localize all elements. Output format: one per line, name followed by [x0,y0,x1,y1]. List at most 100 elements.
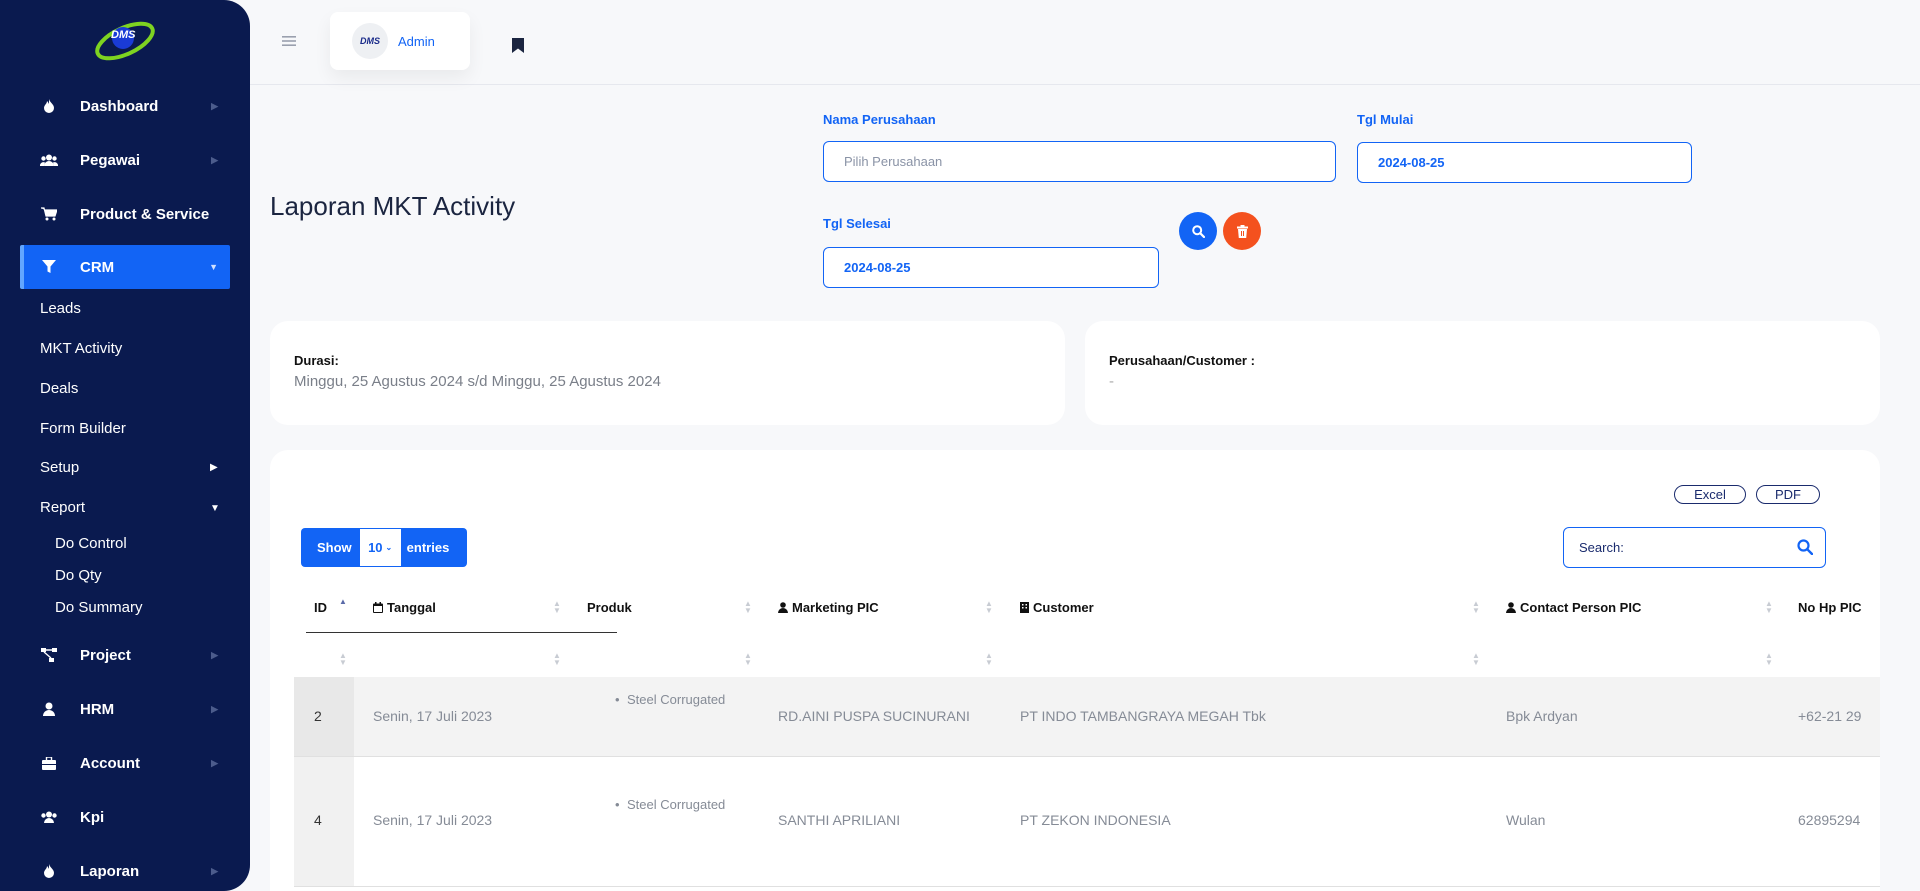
end-date-value: 2024-08-25 [844,260,911,275]
sidebar-item-pegawai[interactable]: Pegawai ▶ [20,138,230,182]
col-header-customer[interactable]: Customer [1020,600,1094,615]
sort-icon: ▲ ▼ [1472,599,1480,615]
sidebar-item-laporan[interactable]: Laporan ▶ [20,849,230,891]
sidebar-sub-do-control[interactable]: Do Control [55,535,127,552]
sidebar-item-crm[interactable]: CRM ▼ [20,245,230,289]
export-excel-button[interactable]: Excel [1674,485,1746,504]
sort-icon: ▲ ▼ [553,599,561,615]
col-header-marketing-pic[interactable]: Marketing PIC [778,600,879,615]
sidebar-item-label: Account [80,754,140,772]
cell-id: 4 [314,812,322,828]
sidebar-item-label: Product & Service [80,205,210,223]
bookmark-icon[interactable] [512,38,524,58]
cell-no-hp: 62895294 [1798,812,1861,828]
cell-marketing-pic: SANTHI APRILIANI [778,812,901,828]
cell-customer: PT ZEKON INDONESIA [1020,812,1171,828]
sort-icon: ▲ ▼ [744,651,752,667]
cell-customer: PT INDO TAMBANGRAYA MEGAH Tbk [1020,708,1266,724]
sidebar-item-kpi[interactable]: Kpi [20,795,230,839]
sidebar-item-hrm[interactable]: HRM ▶ [20,687,230,731]
col-header-id[interactable]: ID [314,600,327,615]
sidebar: DMS Dashboard ▶ Pegawai ▶ Product & Serv… [0,0,250,891]
sort-icon: ▲ ▼ [985,599,993,615]
company-label: Nama Perusahaan [823,112,936,127]
table-row[interactable]: 4 Senin, 17 Juli 2023 • Steel Corrugated… [294,757,1880,887]
cell-contact-person: Wulan [1506,812,1546,828]
sidebar-item-label: Kpi [80,808,105,826]
chevron-right-icon: ▶ [211,703,218,714]
cell-produk: Steel Corrugated [627,797,726,812]
duration-label: Durasi: [294,353,339,368]
table-card: Excel PDF Show 10 ⌄ entries Search: ID ▲… [270,450,1880,891]
sort-icon: ▲ ▼ [985,651,993,667]
sort-icon: ▲ ▼ [744,599,752,615]
hamburger-menu-icon[interactable] [282,34,296,52]
table-search-input[interactable]: Search: [1563,527,1826,568]
sidebar-item-product-service[interactable]: Product & Service [20,192,230,236]
start-date-label: Tgl Mulai [1357,112,1414,127]
users-icon [38,811,60,823]
sidebar-sub-mkt-activity[interactable]: MKT Activity [40,340,122,357]
building-icon [1020,602,1029,613]
id-cell-bg [294,757,354,886]
sidebar-sub-do-summary[interactable]: Do Summary [55,599,143,616]
sidebar-item-label: Pegawai [80,151,141,169]
col-header-tanggal[interactable]: Tanggal [373,600,436,615]
customer-value: - [1109,373,1114,390]
sidebar-item-label: Laporan [80,862,140,880]
table-row[interactable]: 2 Senin, 17 Juli 2023 • Steel Corrugated… [294,677,1880,757]
chevron-right-icon: ▶ [211,100,218,111]
sidebar-sub-form-builder[interactable]: Form Builder [40,420,126,437]
users-icon [38,154,60,166]
sidebar-sub-deals[interactable]: Deals [40,380,78,397]
sort-icon: ▲ ▼ [339,651,347,667]
user-name: Admin [398,33,435,49]
sidebar-item-project[interactable]: Project ▶ [20,633,230,677]
start-date-input[interactable]: 2024-08-25 [1357,142,1692,183]
col-header-label: Tanggal [387,600,436,615]
col-header-contact-person[interactable]: Contact Person PIC [1506,600,1641,615]
cell-produk-bullet: • [615,692,620,707]
user-icon [38,702,60,716]
sidebar-sub-do-qty[interactable]: Do Qty [55,567,102,584]
sidebar-item-label: HRM [80,700,115,718]
cell-produk: Steel Corrugated [627,692,726,707]
fire-icon [38,864,60,878]
project-diagram-icon [38,648,60,662]
sidebar-item-label: Dashboard [80,97,159,115]
sidebar-item-account[interactable]: Account ▶ [20,741,230,785]
user-menu[interactable]: DMS Admin [330,12,470,70]
sidebar-sub-setup[interactable]: Setup [40,459,79,476]
cell-no-hp: +62-21 29 [1798,708,1862,724]
logo-text: DMS [111,29,136,41]
calendar-icon [373,602,383,613]
sort-icon: ▲ ▼ [1472,651,1480,667]
trash-icon [1236,224,1248,238]
avatar-logo-text: DMS [360,36,380,46]
end-date-label: Tgl Selesai [823,216,891,231]
fire-icon [38,99,60,113]
export-pdf-button[interactable]: PDF [1756,485,1820,504]
col-header-label: ID [314,600,327,615]
reset-button[interactable] [1223,212,1261,250]
user-icon [778,602,788,613]
sidebar-sub-leads[interactable]: Leads [40,300,81,317]
cell-id: 2 [314,708,322,724]
chevron-right-icon: ▶ [211,649,218,660]
customer-card: Perusahaan/Customer : - [1085,321,1880,425]
company-select[interactable]: Pilih Perusahaan [823,141,1336,182]
chevron-right-icon: ▶ [211,865,218,876]
search-button[interactable] [1179,212,1217,250]
col-header-no-hp[interactable]: No Hp PIC [1798,600,1862,615]
sort-icon: ▲ ▼ [553,651,561,667]
col-header-produk[interactable]: Produk [587,600,632,615]
chevron-right-icon: ▶ [211,154,218,165]
end-date-input[interactable]: 2024-08-25 [823,247,1159,288]
start-date-value: 2024-08-25 [1378,155,1445,170]
sidebar-sub-report[interactable]: Report [40,499,85,516]
page-length-select[interactable]: 10 ⌄ [359,529,401,566]
sidebar-item-dashboard[interactable]: Dashboard ▶ [20,84,230,128]
cell-contact-person: Bpk Ardyan [1506,708,1578,724]
cell-produk-bullet: • [615,797,620,812]
filter-icon [38,260,60,274]
